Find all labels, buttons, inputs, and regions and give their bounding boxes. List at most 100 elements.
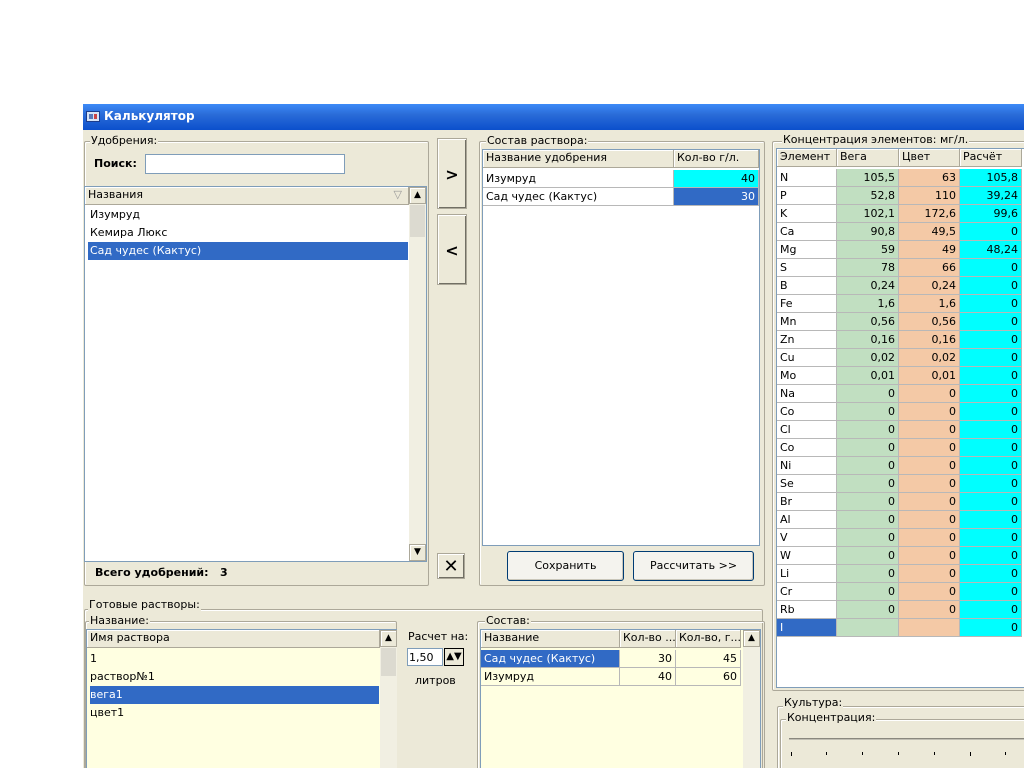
conc-cell-tsvet[interactable]: 49 bbox=[899, 241, 960, 259]
spin-icon[interactable]: ▲▼ bbox=[444, 648, 464, 666]
composition-row-name[interactable]: Изумруд bbox=[481, 668, 620, 686]
conc-cell-vega[interactable]: 105,5 bbox=[837, 169, 899, 187]
conc-cell-raschet[interactable]: 99,6 bbox=[960, 205, 1022, 223]
conc-cell-raschet[interactable]: 0 bbox=[960, 223, 1022, 241]
conc-cell-raschet[interactable]: 0 bbox=[960, 295, 1022, 313]
conc-cell-vega[interactable]: 0,24 bbox=[837, 277, 899, 295]
conc-cell-tsvet[interactable]: 0 bbox=[899, 511, 960, 529]
composition-row-qty1[interactable]: 30 bbox=[620, 650, 676, 668]
conc-cell-tsvet[interactable]: 63 bbox=[899, 169, 960, 187]
add-button[interactable]: > bbox=[437, 138, 467, 209]
composition-row-qty2[interactable]: 60 bbox=[676, 668, 741, 686]
scroll-down-icon[interactable]: ▼ bbox=[409, 544, 426, 561]
conc-cell-vega[interactable]: 0,02 bbox=[837, 349, 899, 367]
conc-cell-element[interactable]: Mn bbox=[777, 313, 837, 331]
conc-cell-raschet[interactable]: 0 bbox=[960, 367, 1022, 385]
composition-header-qty2[interactable]: Кол-во, г... bbox=[676, 630, 741, 648]
conc-cell-element[interactable]: Na bbox=[777, 385, 837, 403]
conc-header-tsvet[interactable]: Цвет bbox=[899, 149, 960, 167]
conc-cell-tsvet[interactable]: 0 bbox=[899, 565, 960, 583]
conc-cell-raschet[interactable]: 0 bbox=[960, 583, 1022, 601]
composition-header-name[interactable]: Название bbox=[481, 630, 620, 648]
conc-cell-tsvet[interactable]: 0,24 bbox=[899, 277, 960, 295]
conc-cell-element[interactable]: Cu bbox=[777, 349, 837, 367]
conc-cell-vega[interactable]: 0,01 bbox=[837, 367, 899, 385]
conc-cell-tsvet[interactable]: 1,6 bbox=[899, 295, 960, 313]
conc-cell-element[interactable]: Li bbox=[777, 565, 837, 583]
conc-cell-element[interactable]: Se bbox=[777, 475, 837, 493]
conc-cell-raschet[interactable]: 0 bbox=[960, 565, 1022, 583]
conc-cell-tsvet[interactable]: 0 bbox=[899, 529, 960, 547]
solution-header-qty[interactable]: Кол-во г/л. bbox=[674, 150, 759, 168]
conc-cell-raschet[interactable]: 0 bbox=[960, 259, 1022, 277]
conc-cell-tsvet[interactable] bbox=[899, 619, 960, 637]
composition-row-qty1[interactable]: 40 bbox=[620, 668, 676, 686]
conc-header-raschet[interactable]: Расчёт bbox=[960, 149, 1022, 167]
conc-cell-element[interactable]: K bbox=[777, 205, 837, 223]
conc-cell-vega[interactable]: 0 bbox=[837, 511, 899, 529]
conc-cell-tsvet[interactable]: 0,56 bbox=[899, 313, 960, 331]
conc-cell-element[interactable]: Ni bbox=[777, 457, 837, 475]
conc-cell-element[interactable]: Rb bbox=[777, 601, 837, 619]
conc-cell-vega[interactable]: 102,1 bbox=[837, 205, 899, 223]
fertilizer-list-header[interactable]: Названия ▽ bbox=[85, 187, 409, 205]
conc-cell-raschet[interactable]: 105,8 bbox=[960, 169, 1022, 187]
conc-cell-raschet[interactable]: 0 bbox=[960, 277, 1022, 295]
conc-cell-raschet[interactable]: 0 bbox=[960, 313, 1022, 331]
conc-cell-vega[interactable]: 0 bbox=[837, 385, 899, 403]
ready-solutions-header[interactable]: Имя раствора bbox=[87, 630, 380, 648]
solution-row-qty[interactable]: 40 bbox=[674, 170, 759, 188]
conc-cell-tsvet[interactable]: 0,01 bbox=[899, 367, 960, 385]
conc-cell-element[interactable]: B bbox=[777, 277, 837, 295]
list-item[interactable]: раствор№1 bbox=[90, 668, 379, 686]
conc-cell-vega[interactable]: 0 bbox=[837, 457, 899, 475]
list-item[interactable]: 1 bbox=[90, 650, 379, 668]
conc-cell-tsvet[interactable]: 0 bbox=[899, 457, 960, 475]
conc-cell-tsvet[interactable]: 0 bbox=[899, 583, 960, 601]
conc-cell-raschet[interactable]: 0 bbox=[960, 331, 1022, 349]
list-item[interactable]: цвет1 bbox=[90, 704, 379, 722]
conc-cell-raschet[interactable]: 0 bbox=[960, 601, 1022, 619]
conc-cell-raschet[interactable]: 0 bbox=[960, 457, 1022, 475]
conc-cell-vega[interactable]: 1,6 bbox=[837, 295, 899, 313]
conc-cell-element[interactable]: Ca bbox=[777, 223, 837, 241]
conc-cell-raschet[interactable]: 0 bbox=[960, 439, 1022, 457]
conc-cell-vega[interactable]: 0 bbox=[837, 601, 899, 619]
conc-header-vega[interactable]: Вега bbox=[837, 149, 899, 167]
conc-cell-tsvet[interactable]: 0 bbox=[899, 439, 960, 457]
conc-header-element[interactable]: Элемент bbox=[777, 149, 837, 167]
solution-row-name[interactable]: Сад чудес (Кактус) bbox=[483, 188, 674, 206]
conc-cell-tsvet[interactable]: 172,6 bbox=[899, 205, 960, 223]
conc-cell-raschet[interactable]: 0 bbox=[960, 403, 1022, 421]
conc-cell-element[interactable]: Co bbox=[777, 439, 837, 457]
fertilizer-list-scrollbar[interactable]: ▲ ▼ bbox=[409, 187, 426, 561]
conc-cell-raschet[interactable]: 0 bbox=[960, 529, 1022, 547]
remove-button[interactable]: < bbox=[437, 214, 467, 285]
conc-cell-tsvet[interactable]: 0 bbox=[899, 403, 960, 421]
list-item[interactable]: Кемира Люкс bbox=[88, 224, 408, 242]
conc-cell-element[interactable]: Zn bbox=[777, 331, 837, 349]
conc-cell-element[interactable]: P bbox=[777, 187, 837, 205]
conc-cell-tsvet[interactable]: 0 bbox=[899, 601, 960, 619]
conc-cell-vega[interactable]: 0 bbox=[837, 547, 899, 565]
clear-button[interactable]: ✕ bbox=[437, 553, 465, 579]
conc-cell-tsvet[interactable]: 0,02 bbox=[899, 349, 960, 367]
conc-cell-element[interactable]: I bbox=[777, 619, 837, 637]
conc-cell-vega[interactable]: 0,16 bbox=[837, 331, 899, 349]
conc-cell-element[interactable]: Fe bbox=[777, 295, 837, 313]
conc-cell-vega[interactable]: 0 bbox=[837, 493, 899, 511]
solution-row-name[interactable]: Изумруд bbox=[483, 170, 674, 188]
conc-cell-tsvet[interactable]: 0 bbox=[899, 475, 960, 493]
conc-cell-tsvet[interactable]: 0 bbox=[899, 493, 960, 511]
composition-scrollbar[interactable]: ▲ bbox=[743, 630, 760, 768]
conc-cell-raschet[interactable]: 0 bbox=[960, 475, 1022, 493]
solution-row-qty[interactable]: 30 bbox=[674, 188, 759, 206]
list-item[interactable]: Изумруд bbox=[88, 206, 408, 224]
conc-cell-tsvet[interactable]: 0,16 bbox=[899, 331, 960, 349]
solution-header-name[interactable]: Название удобрения bbox=[483, 150, 674, 168]
conc-cell-raschet[interactable]: 0 bbox=[960, 547, 1022, 565]
composition-row-qty2[interactable]: 45 bbox=[676, 650, 741, 668]
conc-cell-raschet[interactable]: 0 bbox=[960, 421, 1022, 439]
scroll-up-icon[interactable]: ▲ bbox=[380, 630, 397, 647]
conc-cell-vega[interactable]: 0 bbox=[837, 565, 899, 583]
